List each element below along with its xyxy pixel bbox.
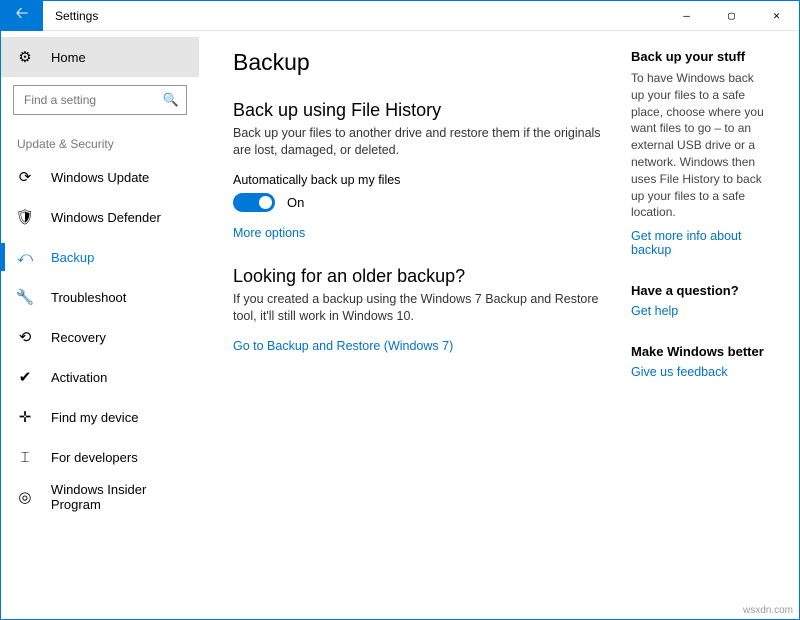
sidebar-group-header: Update & Security xyxy=(1,129,199,157)
window-controls: — ▢ ✕ xyxy=(664,1,799,31)
sidebar-item-find-my-device[interactable]: ✛ Find my device xyxy=(1,397,199,437)
sidebar-item-backup[interactable]: ⤺ Backup xyxy=(1,237,199,277)
more-options-link[interactable]: More options xyxy=(233,226,613,240)
backup-restore-win7-link[interactable]: Go to Backup and Restore (Windows 7) xyxy=(233,339,613,353)
info-backup-stuff: Back up your stuff To have Windows back … xyxy=(631,49,767,257)
dev-icon: ⌶ xyxy=(17,449,33,465)
titlebar: 🡠 Settings — ▢ ✕ xyxy=(1,1,799,31)
toggle-label: Automatically back up my files xyxy=(233,173,613,187)
maximize-button[interactable]: ▢ xyxy=(709,1,754,31)
minimize-button[interactable]: — xyxy=(664,1,709,31)
wrench-icon: 🔧 xyxy=(17,289,33,305)
sidebar-item-label: Windows Defender xyxy=(51,210,161,225)
close-button[interactable]: ✕ xyxy=(754,1,799,31)
main: Backup Back up using File History Back u… xyxy=(199,31,799,619)
backup-icon: ⤺ xyxy=(17,249,33,265)
sidebar-item-label: Troubleshoot xyxy=(51,290,126,305)
info-title: Back up your stuff xyxy=(631,49,767,64)
sidebar: ⚙ Home 🔍 Update & Security ⟳ Windows Upd… xyxy=(1,31,199,619)
section-older-backup: Looking for an older backup? If you crea… xyxy=(233,266,613,353)
sidebar-item-activation[interactable]: ✔ Activation xyxy=(1,357,199,397)
location-icon: ✛ xyxy=(17,409,33,425)
sidebar-item-troubleshoot[interactable]: 🔧 Troubleshoot xyxy=(1,277,199,317)
get-help-link[interactable]: Get help xyxy=(631,304,767,318)
main-center: Backup Back up using File History Back u… xyxy=(233,49,613,619)
sidebar-item-label: Windows Insider Program xyxy=(51,482,199,512)
section-desc: Back up your files to another drive and … xyxy=(233,125,613,159)
section-title: Back up using File History xyxy=(233,100,613,121)
search-icon: 🔍 xyxy=(163,92,179,108)
sidebar-item-home[interactable]: ⚙ Home xyxy=(1,37,199,77)
check-icon: ✔ xyxy=(17,369,33,385)
watermark: wsxdn.com xyxy=(743,605,793,616)
sidebar-item-recovery[interactable]: ⟲ Recovery xyxy=(1,317,199,357)
window-title: Settings xyxy=(55,9,98,23)
sidebar-item-windows-defender[interactable]: 🛡 Windows Defender xyxy=(1,197,199,237)
info-question: Have a question? Get help xyxy=(631,283,767,318)
info-feedback: Make Windows better Give us feedback xyxy=(631,344,767,379)
sidebar-item-label: Recovery xyxy=(51,330,106,345)
arrow-left-icon: 🡠 xyxy=(16,2,29,29)
search-wrap: 🔍 xyxy=(13,85,187,115)
back-button[interactable]: 🡠 xyxy=(1,1,43,31)
sync-icon: ⟳ xyxy=(17,169,33,185)
sidebar-item-label: For developers xyxy=(51,450,138,465)
content: ⚙ Home 🔍 Update & Security ⟳ Windows Upd… xyxy=(1,31,799,619)
sidebar-item-label: Activation xyxy=(51,370,107,385)
sidebar-item-label: Windows Update xyxy=(51,170,149,185)
sidebar-item-label: Backup xyxy=(51,250,94,265)
section-desc: If you created a backup using the Window… xyxy=(233,291,613,325)
feedback-link[interactable]: Give us feedback xyxy=(631,365,767,379)
section-file-history: Back up using File History Back up your … xyxy=(233,100,613,240)
toggle-switch-icon xyxy=(233,193,275,212)
shield-icon: 🛡 xyxy=(17,209,33,225)
toggle-state: On xyxy=(287,195,304,210)
info-title: Have a question? xyxy=(631,283,767,298)
sidebar-item-insider[interactable]: ◎ Windows Insider Program xyxy=(1,477,199,517)
gear-icon: ⚙ xyxy=(17,49,33,65)
sidebar-item-for-developers[interactable]: ⌶ For developers xyxy=(1,437,199,477)
search-input[interactable] xyxy=(13,85,187,115)
sidebar-item-windows-update[interactable]: ⟳ Windows Update xyxy=(1,157,199,197)
page-title: Backup xyxy=(233,49,613,76)
more-info-backup-link[interactable]: Get more info about backup xyxy=(631,229,767,257)
right-panel: Back up your stuff To have Windows back … xyxy=(613,49,779,619)
auto-backup-toggle[interactable]: On xyxy=(233,193,613,212)
info-title: Make Windows better xyxy=(631,344,767,359)
section-title: Looking for an older backup? xyxy=(233,266,613,287)
info-desc: To have Windows back up your files to a … xyxy=(631,70,767,221)
clock-icon: ⟲ xyxy=(17,329,33,345)
sidebar-item-label: Find my device xyxy=(51,410,138,425)
insider-icon: ◎ xyxy=(17,489,33,505)
sidebar-item-label: Home xyxy=(51,50,86,65)
